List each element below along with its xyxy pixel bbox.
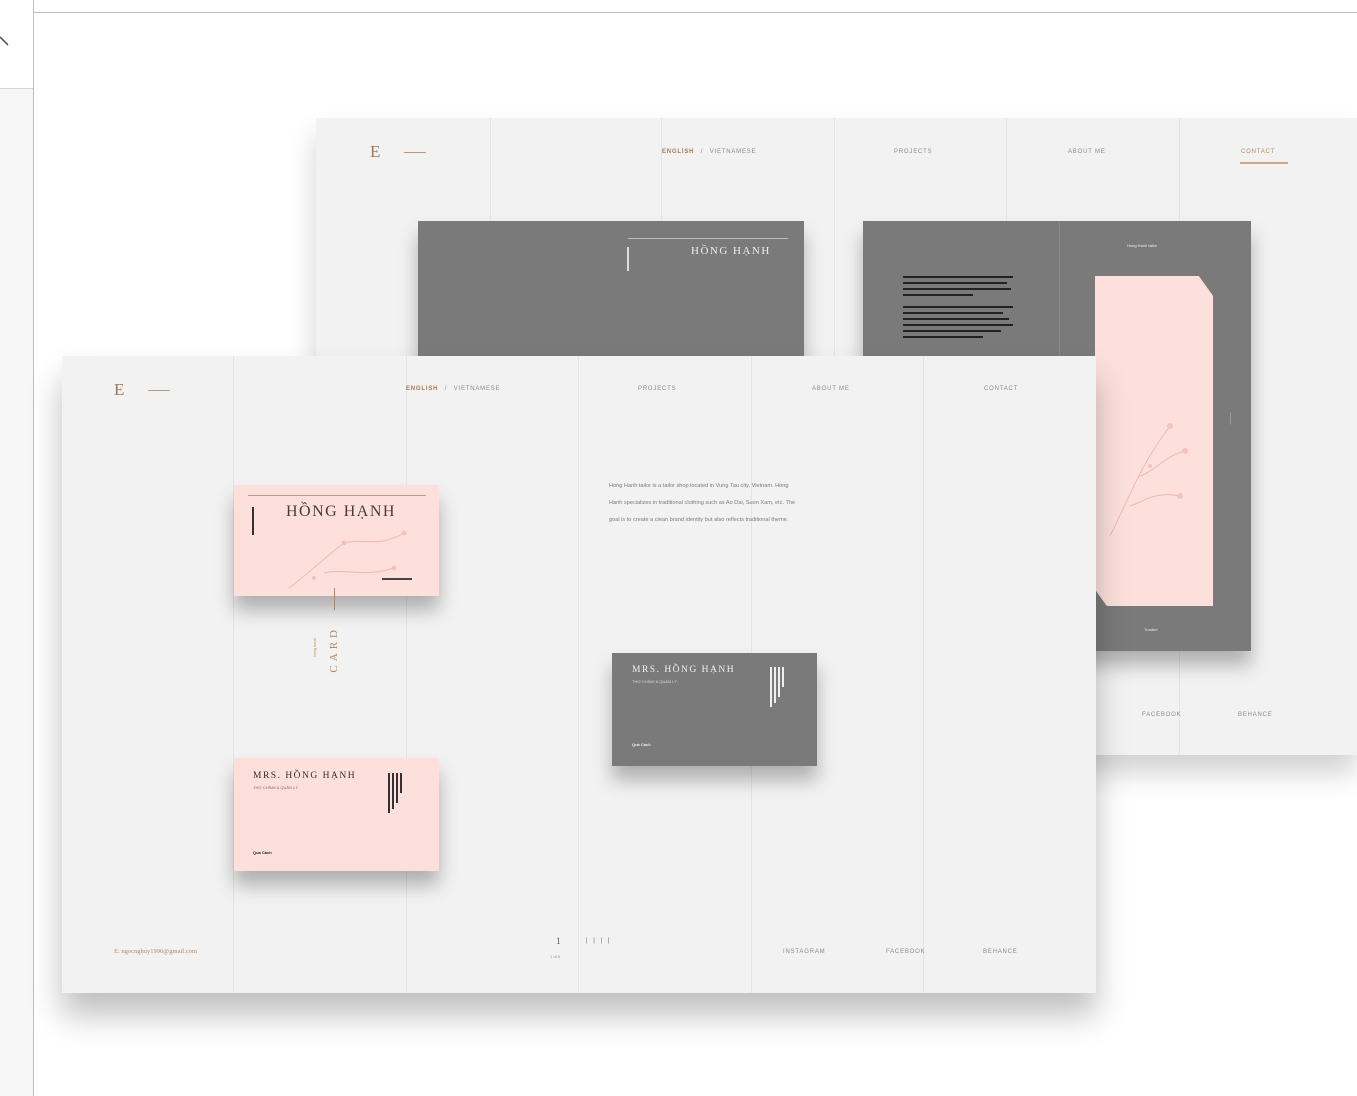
- grid-line: [923, 356, 924, 993]
- sidebar-strip: [0, 0, 34, 1096]
- floral-pattern: [288, 530, 407, 589]
- business-card-dark: MRS. HỒNG HẠNH THỢ CHÍNH & QUẢN LÝ Quá C…: [612, 653, 817, 766]
- card-role: THỢ CHÍNH & QUẢN LÝ: [632, 679, 677, 684]
- grid-line: [406, 356, 407, 993]
- page-number: 1: [556, 936, 561, 946]
- business-card-front: HỒNG HẠNH: [234, 485, 439, 596]
- nav-projects[interactable]: PROJECTS: [638, 386, 676, 392]
- lang-english[interactable]: ENGLISH: [662, 149, 694, 155]
- lang-vietnamese[interactable]: VIETNAMESE: [454, 386, 501, 392]
- top-divider: [33, 12, 1357, 13]
- back-card-title: HỒNG HẠNH: [691, 245, 771, 257]
- nav-active-underline: [1240, 162, 1288, 164]
- card-footer: Quá Cách: [253, 850, 272, 855]
- language-switch[interactable]: ENGLISH / VIETNAMESE: [406, 386, 500, 392]
- collapse-arrow-icon[interactable]: [0, 34, 14, 48]
- card-contact-text: [770, 667, 784, 707]
- lang-separator: /: [444, 386, 448, 392]
- back-facebook-link[interactable]: FACEBOOK: [1142, 712, 1181, 718]
- card-vertical-text: [252, 507, 254, 535]
- nav-contact[interactable]: CONTACT: [984, 386, 1018, 392]
- language-switch[interactable]: ENGLISH / VIETNAMESE: [662, 149, 756, 155]
- lang-separator: /: [700, 149, 704, 155]
- lang-english[interactable]: ENGLISH: [406, 386, 438, 392]
- grid-line: [578, 356, 579, 993]
- page-total: 1 of 5: [550, 954, 561, 959]
- nav-about[interactable]: ABOUT ME: [1068, 149, 1106, 155]
- nav-about[interactable]: ABOUT ME: [812, 386, 850, 392]
- back-pink-card: [1095, 276, 1213, 606]
- card-contact-text: [388, 773, 402, 813]
- card-rule: [628, 238, 788, 239]
- back-dark-card: HỒNG HẠNH: [418, 221, 804, 356]
- front-website-mockup: E ENGLISH / VIETNAMESE PROJECTS ABOUT ME…: [62, 356, 1096, 993]
- card-rule: [248, 495, 426, 496]
- lang-vietnamese[interactable]: VIETNAMESE: [710, 149, 757, 155]
- logo[interactable]: E: [114, 380, 124, 400]
- project-description: Hong Hanh tailor is a tailor shop locate…: [609, 483, 796, 523]
- page-indicator[interactable]: | | | |: [586, 938, 611, 944]
- logo-dash: [404, 152, 426, 153]
- logo[interactable]: E: [370, 142, 380, 162]
- card-vertical-sublabel: hong hanh: [312, 638, 317, 657]
- card-role: THỢ CHÍNH & QUẢN LÝ: [253, 785, 298, 790]
- grid-line: [233, 356, 234, 993]
- card-title: HỒNG HẠNH: [286, 503, 396, 520]
- card-vertical-label: CARD: [328, 626, 340, 673]
- panel-vertical-label: ———: [1228, 412, 1234, 425]
- nav-contact[interactable]: CONTACT: [1241, 149, 1275, 155]
- panel-heading: Hong Hanh tailor: [1127, 243, 1158, 248]
- back-behance-link[interactable]: BEHANCE: [1238, 712, 1273, 718]
- instagram-link[interactable]: INSTAGRAM: [783, 949, 825, 955]
- card-vertical-text: [627, 247, 629, 271]
- sidebar-panel: [0, 88, 33, 1096]
- nav-projects[interactable]: PROJECTS: [894, 149, 932, 155]
- card-name: MRS. HỒNG HẠNH: [253, 771, 357, 781]
- floral-pattern: [1109, 423, 1188, 537]
- facebook-link[interactable]: FACEBOOK: [886, 949, 925, 955]
- panel-text-block: [903, 276, 1018, 338]
- card-name: MRS. HỒNG HẠNH: [632, 665, 736, 675]
- business-card-back: MRS. HỒNG HẠNH THỢ CHÍNH & QUẢN LÝ Quá C…: [234, 758, 439, 871]
- card-footer: Quá Cách: [632, 742, 651, 747]
- card-connector-line: [334, 588, 335, 610]
- card-footer-mark: [382, 578, 412, 580]
- logo-dash: [148, 390, 170, 391]
- contact-email[interactable]: E: ngocnghuy1996@gmail.com: [114, 948, 197, 955]
- behance-link[interactable]: BEHANCE: [983, 949, 1018, 955]
- panel-caption: Trusted: [1144, 627, 1158, 632]
